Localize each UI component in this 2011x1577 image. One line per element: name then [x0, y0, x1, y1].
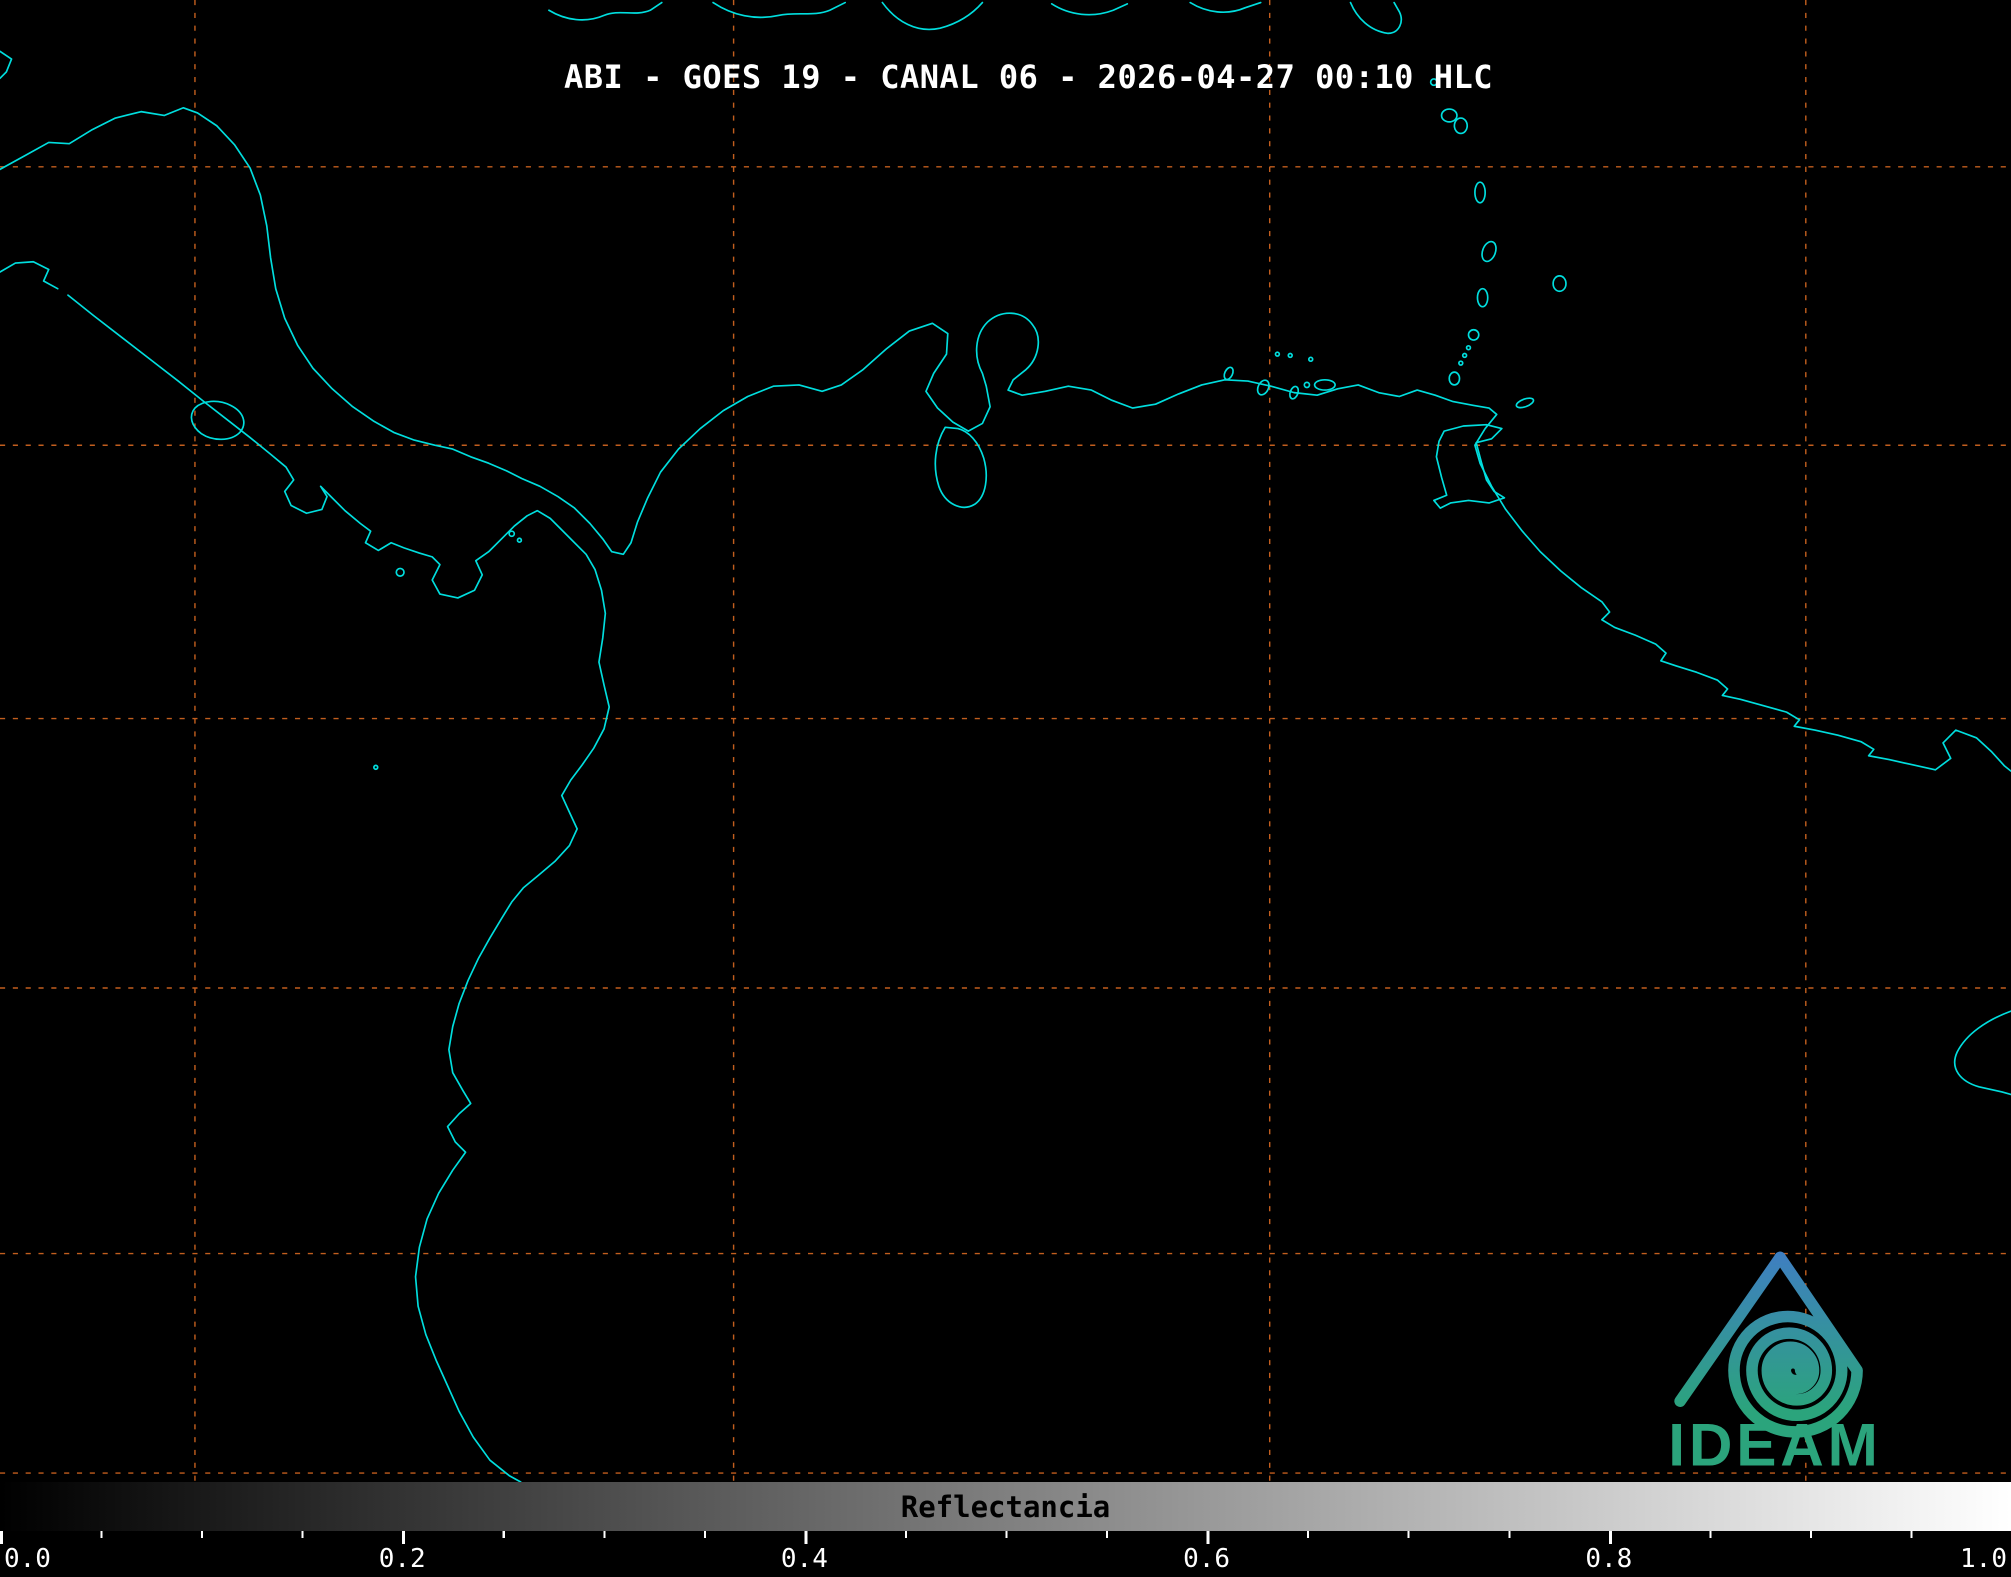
venezuelan-islands	[1223, 351, 1336, 400]
coast-fragment-top-5	[1189, 1, 1262, 13]
map-canvas: IDEAM	[0, 0, 2011, 1482]
coast-fragment-top-6	[1349, 1, 1403, 35]
colorbar: Reflectancia	[0, 1482, 2011, 1531]
tick-label-0.2: 0.2	[378, 1544, 426, 1574]
coast-fragment-top-1	[548, 1, 663, 21]
island-trinidad	[1433, 423, 1506, 509]
coast-fragment-right-edge	[1953, 1010, 2011, 1096]
tick-label-1.0: 1.0	[1960, 1544, 2007, 1574]
coastline-pacific-central-south-america	[67, 294, 611, 1482]
antilles-islands	[1429, 78, 1567, 409]
pacific-islands	[373, 530, 523, 771]
coast-fragment-top-4	[1050, 3, 1129, 16]
tick-label-0.4: 0.4	[780, 1544, 828, 1574]
coastline-fonseca-fragment	[0, 260, 59, 290]
major-ticks	[0, 1531, 2011, 1544]
ideam-logo-mountain-spiral	[1728, 1251, 1863, 1438]
graticule-grid	[0, 0, 2011, 1482]
coast-fragment-top-2	[712, 1, 847, 19]
coastlines	[0, 1, 2011, 1482]
colorbar-tick-labels: 0.0 0.2 0.4 0.6 0.8 1.0	[0, 1544, 2011, 1577]
tick-label-0.0: 0.0	[4, 1544, 51, 1574]
coast-fragment-top-left	[0, 50, 13, 80]
coastline-caribbean-south-america	[0, 106, 2011, 772]
map-area: IDEAM ABI - GOES 19 - CANAL 06 - 2026-04…	[0, 0, 2011, 1482]
lake-nicaragua	[190, 400, 245, 441]
lake-maracaibo	[934, 426, 987, 509]
ideam-logo-text: IDEAM	[1668, 1410, 1881, 1478]
tick-label-0.6: 0.6	[1183, 1544, 1231, 1574]
colorbar-tick-marks	[0, 1531, 2011, 1544]
colorbar-label: Reflectancia	[900, 1489, 1111, 1524]
coast-fragment-top-3	[881, 1, 984, 31]
tick-label-0.8: 0.8	[1585, 1544, 1633, 1574]
goes-satellite-image: IDEAM ABI - GOES 19 - CANAL 06 - 2026-04…	[0, 0, 2011, 1577]
image-title: ABI - GOES 19 - CANAL 06 - 2026-04-27 00…	[564, 58, 1493, 96]
ideam-logo: IDEAM	[1668, 1251, 1881, 1478]
